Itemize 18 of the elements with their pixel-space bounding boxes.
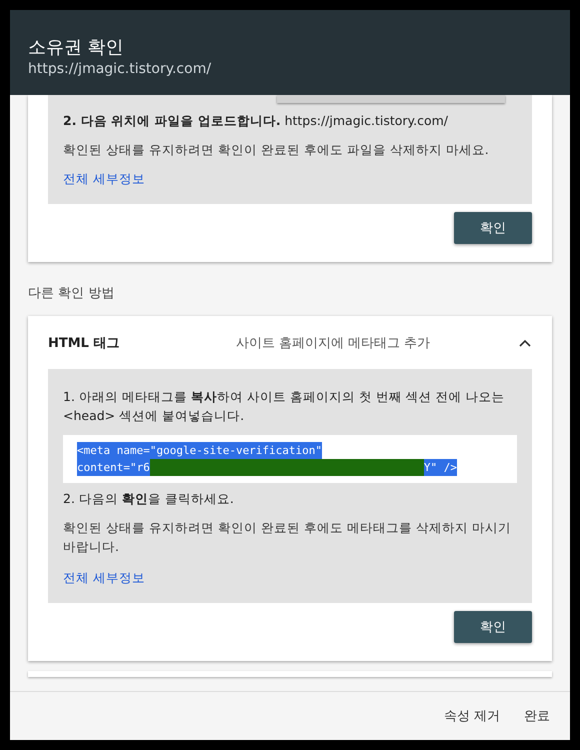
- dialog-title: 소유권 확인: [28, 36, 125, 58]
- note-text: 확인된 상태를 유지하려면 확인이 완료된 후에도 파일을 삭제하지 마세요.: [63, 141, 490, 159]
- details-link[interactable]: 전체 세부정보: [63, 171, 145, 188]
- instruction-text: 1. 아래의 메타태그를 복사하여 사이트 홈페이지의 첫 번째 섹션 전에 나오는 <head> 섹션에 붙여넣습니다.: [63, 388, 506, 425]
- collapse-chevron-icon[interactable]: [518, 338, 532, 348]
- method-description: 사이트 홈페이지에 메타태그 추가: [234, 334, 432, 352]
- meta-tag-code: <meta name="google-site-verification" content="r6 Y" />: [63, 435, 517, 483]
- method-name: HTML 태그: [48, 334, 120, 352]
- site-url: https://jmagic.tistory.com/: [28, 60, 212, 76]
- confirm-button[interactable]: 확인: [454, 212, 532, 244]
- instruction-text: 2. 다음의 확인을 클릭하세요.: [63, 490, 235, 508]
- details-link[interactable]: 전체 세부정보: [63, 570, 145, 587]
- note-text: 확인된 상태를 유지하려면 확인이 완료된 후에도 메타태그를 삭제하지 마시기 바랍니다.: [63, 519, 512, 556]
- instruction-text: 2. 다음 위치에 파일을 업로드합니다. https://jmagic.tistory.com/: [63, 112, 450, 130]
- footer-button[interactable]: 속성 제거: [434, 701, 510, 731]
- section-heading: 다른 확인 방법: [28, 286, 114, 301]
- confirm-button[interactable]: 확인: [454, 611, 532, 643]
- footer-button[interactable]: 완료: [514, 701, 560, 731]
